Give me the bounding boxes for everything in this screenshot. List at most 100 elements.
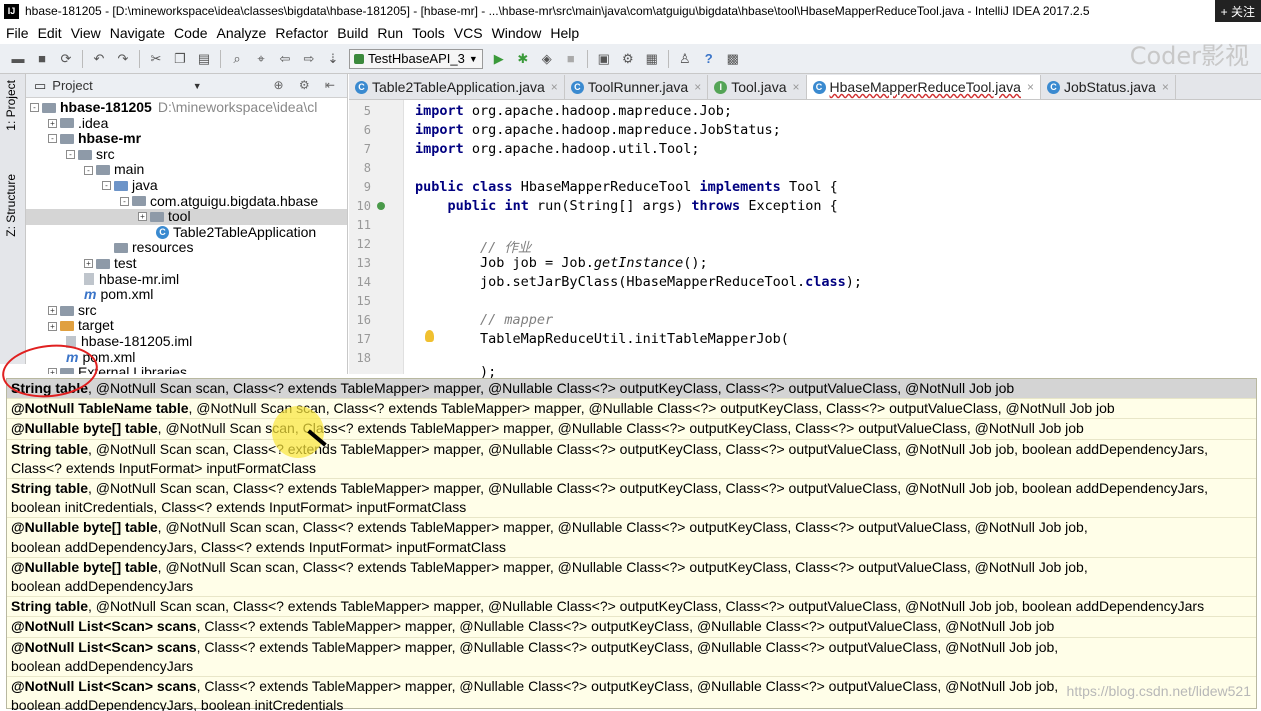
coverage-icon[interactable]: ◈: [539, 51, 555, 67]
cursor-highlight: [272, 406, 324, 458]
tree-item[interactable]: + target: [26, 318, 347, 334]
signature-option[interactable]: @Nullable byte[] table, @NotNull Scan sc…: [7, 419, 1256, 440]
tree-item[interactable]: C Table2TableApplication: [26, 224, 347, 241]
close-icon[interactable]: ×: [793, 80, 800, 94]
tab-toolrunner[interactable]: C ToolRunner.java ×: [565, 75, 709, 99]
tab-tool[interactable]: I Tool.java ×: [708, 75, 807, 99]
tab-hbasemapperreducetool[interactable]: C HbaseMapperReduceTool.java ×: [806, 75, 1041, 99]
tab-project[interactable]: 1: Project: [4, 80, 18, 131]
tree-item[interactable]: resources: [26, 240, 347, 256]
lightbulb-icon[interactable]: [425, 330, 434, 342]
menu-vcs[interactable]: VCS: [454, 25, 483, 41]
undo-icon[interactable]: ↶: [91, 51, 107, 67]
class-icon: C: [156, 226, 169, 240]
implements-gutter-icon[interactable]: [377, 202, 385, 210]
menu-run[interactable]: Run: [377, 25, 403, 41]
back-icon[interactable]: ⇦: [277, 51, 293, 67]
chevron-down-icon[interactable]: ▼: [193, 81, 202, 91]
tree-item[interactable]: + .idea: [26, 115, 347, 132]
menu-analyze[interactable]: Analyze: [217, 25, 267, 41]
project-panel-title[interactable]: Project: [52, 78, 92, 93]
intellij-app-icon: IJ: [4, 3, 19, 19]
expand-icon[interactable]: +: [48, 321, 57, 331]
debug-icon[interactable]: ✱: [515, 51, 531, 67]
stop-icon[interactable]: ■: [563, 51, 579, 67]
menu-tools[interactable]: Tools: [412, 25, 445, 41]
run-configuration-select[interactable]: TestHbaseAPI_3 ▼: [349, 48, 483, 69]
tree-item[interactable]: + test: [26, 255, 347, 272]
collapse-icon[interactable]: -: [84, 165, 93, 175]
tree-item[interactable]: - src: [26, 146, 347, 163]
expand-icon[interactable]: +: [48, 118, 57, 128]
close-icon[interactable]: ×: [1162, 80, 1169, 94]
collapse-icon[interactable]: -: [30, 103, 39, 113]
menu-edit[interactable]: Edit: [38, 25, 62, 41]
class-icon: C: [1046, 80, 1060, 94]
signature-option[interactable]: @NotNull List<Scan> scans, Class<? exten…: [7, 617, 1256, 638]
menu-file[interactable]: File: [6, 25, 29, 41]
line-number: 11: [356, 218, 371, 232]
collapse-icon[interactable]: -: [48, 134, 57, 144]
menu-view[interactable]: View: [71, 25, 101, 41]
tab-table2table[interactable]: C Table2TableApplication.java ×: [349, 75, 565, 99]
code-editor[interactable]: import org.apache.hadoop.mapreduce.Job; …: [405, 100, 1261, 380]
menu-code[interactable]: Code: [174, 25, 207, 41]
collapse-icon[interactable]: -: [120, 196, 129, 206]
expand-icon[interactable]: +: [84, 259, 93, 269]
sdk-icon[interactable]: ▦: [644, 51, 660, 67]
tab-structure[interactable]: Z: Structure: [4, 174, 18, 237]
signature-option[interactable]: String table, @NotNull Scan scan, Class<…: [7, 440, 1256, 480]
user-icon[interactable]: ♙: [677, 51, 693, 67]
menu-refactor[interactable]: Refactor: [275, 25, 328, 41]
collapse-icon[interactable]: -: [66, 150, 75, 160]
signature-option[interactable]: @Nullable byte[] table, @NotNull Scan sc…: [7, 518, 1256, 558]
tree-item[interactable]: - com.atguigu.bigdata.hbase: [26, 193, 347, 210]
replace-icon[interactable]: ⌖: [253, 51, 269, 67]
tab-jobstatus[interactable]: C JobStatus.java ×: [1041, 75, 1176, 99]
signature-option[interactable]: String table, @NotNull Scan scan, Class<…: [7, 479, 1256, 519]
redo-icon[interactable]: ↷: [115, 51, 131, 67]
tree-item[interactable]: - hbase-mr: [26, 131, 347, 147]
open-folder-icon[interactable]: ▬: [10, 51, 26, 67]
project-structure-icon[interactable]: ▣: [596, 51, 612, 67]
toolbar-divider: [220, 49, 221, 68]
tree-item[interactable]: - java: [26, 177, 347, 194]
tree-item[interactable]: m pom.xml: [26, 287, 347, 303]
menu-build[interactable]: Build: [337, 25, 368, 41]
run-icon[interactable]: ▶: [491, 51, 507, 67]
expand-icon[interactable]: +: [138, 212, 147, 222]
menu-window[interactable]: Window: [492, 25, 542, 41]
signature-option[interactable]: @NotNull List<Scan> scans, Class<? exten…: [7, 638, 1256, 678]
signature-option[interactable]: String table, @NotNull Scan scan, Class<…: [7, 379, 1256, 400]
build-icon[interactable]: ⇣: [325, 51, 341, 67]
editor-tab-bar: C Table2TableApplication.java × C ToolRunne…: [349, 74, 1261, 100]
collapse-icon[interactable]: -: [102, 181, 111, 191]
find-icon[interactable]: ⌕: [229, 51, 245, 67]
tree-item[interactable]: - hbase-181205 D:\mineworkspace\idea\cl: [26, 99, 347, 116]
signature-option[interactable]: @Nullable byte[] table, @NotNull Scan sc…: [7, 558, 1256, 598]
paste-icon[interactable]: ▤: [196, 51, 212, 67]
cut-icon[interactable]: ✂: [148, 51, 164, 67]
follow-button[interactable]: + 关注: [1214, 0, 1261, 22]
settings-icon[interactable]: ⚙: [620, 51, 636, 67]
save-icon[interactable]: ■: [34, 51, 50, 67]
expand-icon[interactable]: +: [48, 306, 57, 316]
sync-icon[interactable]: ⟳: [58, 51, 74, 67]
forward-icon[interactable]: ⇨: [301, 51, 317, 67]
menu-help[interactable]: Help: [550, 25, 579, 41]
tree-item[interactable]: + src: [26, 302, 347, 319]
tree-item[interactable]: + tool: [26, 209, 347, 225]
tree-item[interactable]: hbase-mr.iml: [26, 271, 347, 288]
help-icon[interactable]: ?: [701, 51, 717, 67]
copy-icon[interactable]: ❐: [172, 51, 188, 67]
close-icon[interactable]: ×: [694, 80, 701, 94]
menu-navigate[interactable]: Navigate: [110, 25, 165, 41]
close-icon[interactable]: ×: [1027, 80, 1034, 94]
tree-item[interactable]: - main: [26, 162, 347, 178]
signature-option[interactable]: String table, @NotNull Scan scan, Class<…: [7, 597, 1256, 618]
plugin-icon[interactable]: ▩: [725, 51, 741, 67]
panel-actions-icon[interactable]: ⊕ ⚙ ⇤: [273, 78, 341, 92]
signature-option[interactable]: @NotNull TableName table, @NotNull Scan …: [7, 399, 1256, 420]
close-icon[interactable]: ×: [551, 80, 558, 94]
folder-icon: [60, 118, 74, 129]
